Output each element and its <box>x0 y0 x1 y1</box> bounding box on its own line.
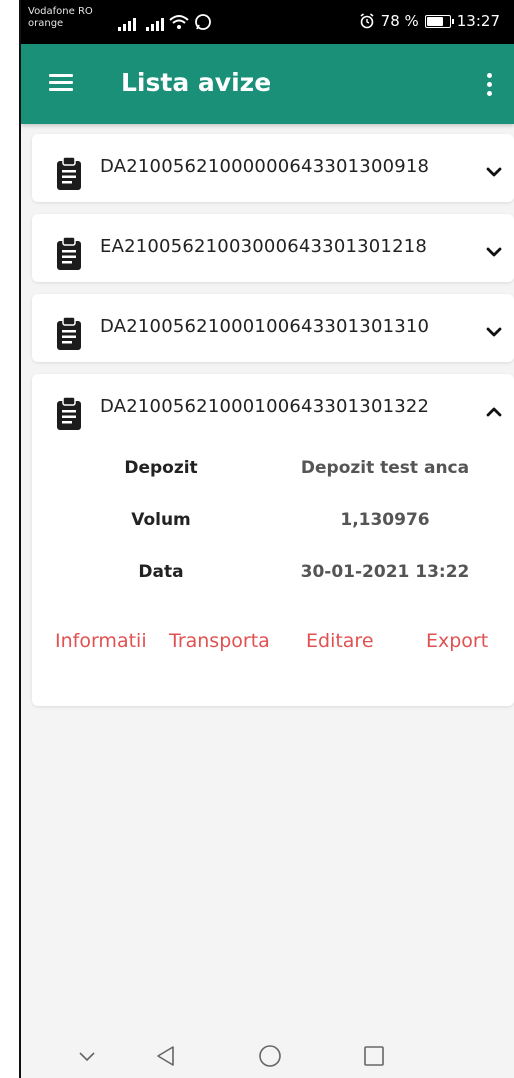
chevron-down-icon[interactable] <box>77 1050 97 1064</box>
chevron-up-icon[interactable] <box>482 400 506 424</box>
transporta-button[interactable]: Transporta <box>169 630 270 652</box>
battery-percent: 78 % <box>380 12 419 30</box>
aviz-header[interactable]: DA21005621000000643301300918 <box>32 134 514 202</box>
aviz-card[interactable]: DA21005621000100643301301310 <box>32 294 514 362</box>
whatsapp-icon <box>195 14 211 30</box>
detail-label-volum: Volum <box>131 510 191 530</box>
aviz-number: DA21005621000100643301301310 <box>100 316 430 337</box>
clock: 13:27 <box>456 12 500 30</box>
clipboard-icon <box>57 156 81 190</box>
detail-label-depozit: Depozit <box>124 458 198 478</box>
chevron-down-icon[interactable] <box>482 240 506 264</box>
system-nav-bar <box>21 1020 514 1078</box>
status-right: 78 % 13:27 <box>359 12 500 30</box>
aviz-number: DA21005621000100643301301322 <box>100 396 430 417</box>
carrier-name: Vodafone RO <box>28 6 93 17</box>
detail-value-data: 30-01-2021 13:22 <box>300 562 470 582</box>
chevron-down-icon[interactable] <box>482 320 506 344</box>
wifi-icon <box>169 15 189 29</box>
hamburger-menu-icon[interactable] <box>49 70 73 98</box>
chevron-down-icon[interactable] <box>482 160 506 184</box>
phone-screen: Vodafone RO orange 78 % 13:27 Lista aviz… <box>21 0 514 1078</box>
signal-bars-icon <box>118 18 136 31</box>
battery-icon <box>424 14 454 28</box>
aviz-number: EA21005621003000643301301218 <box>100 236 428 257</box>
detail-value-volum: 1,130976 <box>340 510 430 530</box>
more-vert-icon[interactable] <box>480 68 498 100</box>
clipboard-icon <box>57 396 81 430</box>
aviz-header[interactable]: EA21005621003000643301301218 <box>32 214 514 282</box>
clipboard-icon <box>57 236 81 270</box>
clipboard-icon <box>57 316 81 350</box>
export-button[interactable]: Export <box>426 630 488 652</box>
aviz-number: DA21005621000000643301300918 <box>100 156 430 177</box>
aviz-header[interactable]: DA21005621000100643301301310 <box>32 294 514 362</box>
aviz-card-expanded: DA21005621000100643301301322 Depozit Dep… <box>32 374 514 706</box>
home-circle-icon[interactable] <box>258 1044 282 1068</box>
alarm-icon <box>360 13 374 29</box>
aviz-card[interactable]: DA21005621000000643301300918 <box>32 134 514 202</box>
signal-bars-icon <box>146 18 164 31</box>
detail-label-data: Data <box>138 562 184 582</box>
carrier-info: Vodafone RO orange <box>28 6 93 30</box>
signal-indicators <box>118 13 212 31</box>
recents-square-icon[interactable] <box>363 1045 385 1067</box>
informatii-button[interactable]: Informatii <box>55 630 147 652</box>
aviz-header[interactable]: DA21005621000100643301301322 <box>32 374 514 442</box>
carrier-secondary: orange <box>28 18 64 29</box>
aviz-card[interactable]: EA21005621003000643301301218 <box>32 214 514 282</box>
status-bar: Vodafone RO orange 78 % 13:27 <box>21 0 514 44</box>
page-title: Lista avize <box>121 68 272 97</box>
editare-button[interactable]: Editare <box>306 630 374 652</box>
detail-value-depozit: Depozit test anca <box>300 458 470 478</box>
app-bar: Lista avize <box>21 44 514 124</box>
back-triangle-icon[interactable] <box>154 1044 178 1068</box>
